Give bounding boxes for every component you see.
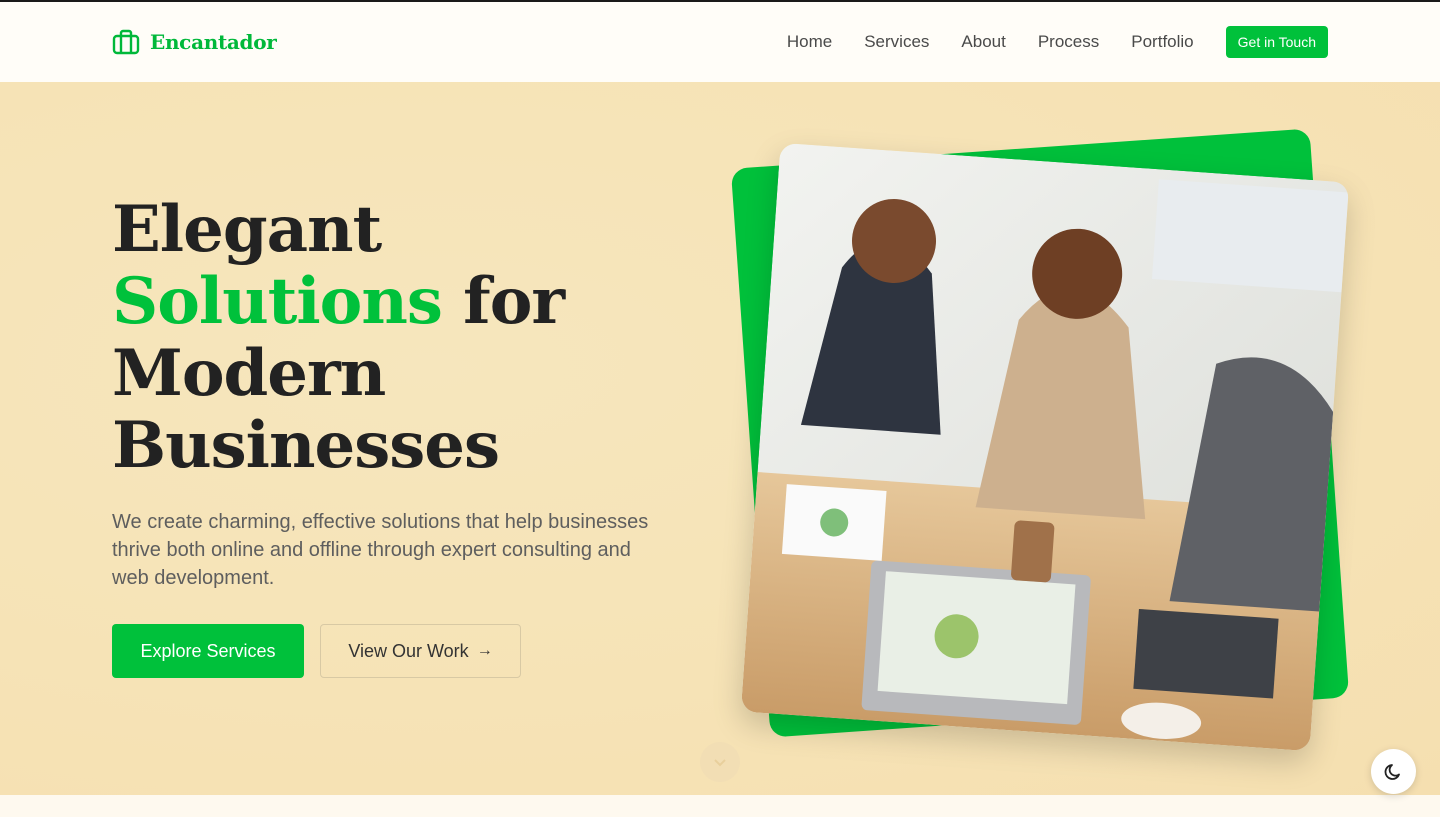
headline-line-1: Elegant (112, 192, 382, 267)
hero-image-group (730, 122, 1360, 752)
brand-logo[interactable]: Encantador (112, 28, 277, 56)
nav-services[interactable]: Services (864, 32, 929, 52)
headline-line-3: Modern (112, 336, 386, 411)
headline-accent: Solutions (112, 264, 443, 339)
moon-icon[interactable] (1371, 749, 1416, 794)
hero-headline: Elegant Solutions for Modern Businesses (112, 194, 672, 482)
get-in-touch-button[interactable]: Get in Touch (1225, 26, 1328, 58)
nav-home[interactable]: Home (787, 32, 832, 52)
headline-line-2: for (441, 264, 565, 339)
briefcase-icon (112, 28, 140, 56)
team-meeting-photo (740, 142, 1350, 752)
headline-line-4: Businesses (112, 408, 500, 483)
hero-content: Elegant Solutions for Modern Businesses … (112, 194, 672, 678)
hero-section: Elegant Solutions for Modern Businesses … (0, 82, 1440, 795)
nav-portfolio[interactable]: Portfolio (1131, 32, 1193, 52)
chevron-down-icon[interactable] (700, 742, 740, 782)
hero-actions: Explore Services View Our Work → (112, 624, 672, 678)
main-nav: Home Services About Process Portfolio Ge… (787, 26, 1328, 58)
hero-lead: We create charming, effective solutions … (112, 511, 649, 589)
view-our-work-label: View Our Work (348, 640, 469, 661)
view-our-work-button[interactable]: View Our Work → (320, 624, 521, 678)
arrow-right-icon: → (476, 642, 493, 659)
navbar: Encantador Home Services About Process P… (0, 2, 1440, 82)
nav-about[interactable]: About (961, 32, 1005, 52)
explore-services-button[interactable]: Explore Services (112, 624, 304, 678)
brand-name: Encantador (150, 30, 277, 54)
nav-process[interactable]: Process (1038, 32, 1099, 52)
